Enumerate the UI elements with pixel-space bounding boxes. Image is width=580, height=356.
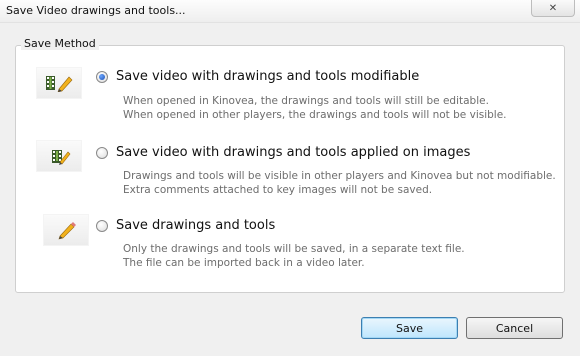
- radio-applied[interactable]: [96, 147, 108, 159]
- cancel-button[interactable]: Cancel: [466, 317, 563, 339]
- option-desc-modifiable-2: When opened in other players, the drawin…: [123, 109, 507, 121]
- radio-drawings-only[interactable]: [96, 220, 108, 232]
- option-label-drawings-only[interactable]: Save drawings and tools: [116, 218, 275, 233]
- option-desc-applied-1: Drawings and tools will be visible in ot…: [123, 170, 556, 182]
- option-desc-drawings-only-1: Only the drawings and tools will be save…: [123, 243, 465, 255]
- film-brush-icon: [36, 140, 82, 172]
- radio-modifiable[interactable]: [96, 71, 108, 83]
- pencil-icon: [43, 214, 89, 246]
- window-title: Save Video drawings and tools...: [6, 4, 186, 17]
- group-legend: Save Method: [21, 37, 99, 50]
- option-desc-drawings-only-2: The file can be imported back in a video…: [123, 257, 365, 269]
- close-button[interactable]: ✕: [531, 0, 575, 17]
- save-button-label: Save: [395, 321, 423, 335]
- option-desc-applied-2: Extra comments attached to key images wi…: [123, 184, 433, 196]
- save-dialog: Save Video drawings and tools... ✕ Save …: [0, 0, 580, 356]
- close-icon: ✕: [548, 2, 558, 14]
- film-pencil-icon: [36, 67, 82, 99]
- option-label-applied[interactable]: Save video with drawings and tools appli…: [116, 145, 470, 160]
- option-label-modifiable[interactable]: Save video with drawings and tools modif…: [116, 69, 419, 84]
- option-desc-modifiable-1: When opened in Kinovea, the drawings and…: [123, 95, 489, 107]
- save-button[interactable]: Save: [361, 317, 458, 339]
- title-bar: Save Video drawings and tools... ✕: [0, 0, 580, 23]
- cancel-button-label: Cancel: [495, 321, 534, 335]
